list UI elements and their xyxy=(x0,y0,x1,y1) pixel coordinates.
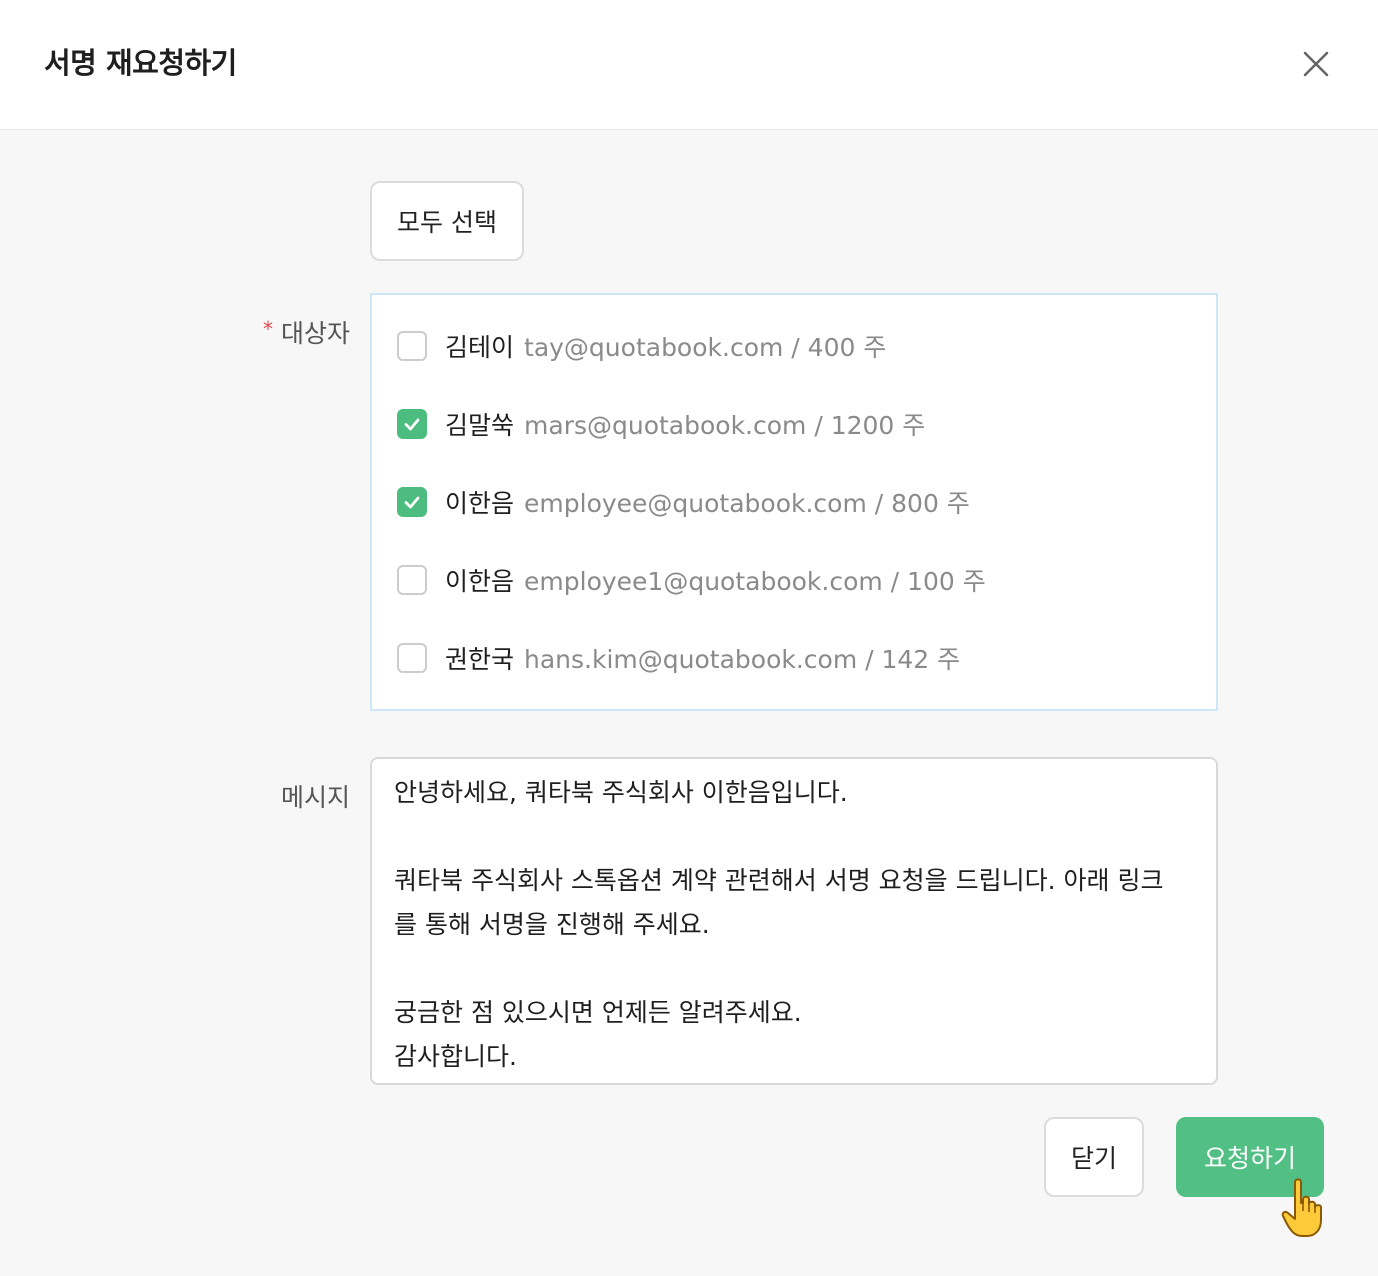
recipient-checkbox[interactable] xyxy=(397,487,427,517)
recipients-list: 김테이 tay@quotabook.com / 400 주 김말쑥 mars@q… xyxy=(370,293,1218,711)
check-icon xyxy=(404,418,420,431)
close-button[interactable]: 닫기 xyxy=(1044,1117,1144,1197)
message-line: 감사합니다. xyxy=(394,1042,517,1071)
recipient-item[interactable]: 김테이 tay@quotabook.com / 400 주 xyxy=(397,328,886,364)
close-icon[interactable] xyxy=(1294,42,1338,86)
recipient-item[interactable]: 이한음 employee1@quotabook.com / 100 주 xyxy=(397,562,986,598)
message-line: 를 통해 서명을 진행해 주세요. xyxy=(394,910,710,939)
recipient-name: 이한음 xyxy=(445,567,515,596)
required-mark: * xyxy=(262,317,273,341)
message-textarea[interactable]: 안녕하세요, 쿼타북 주식회사 이한음입니다. 쿼타북 주식회사 스톡옵션 계약… xyxy=(370,757,1218,1085)
recipient-detail: mars@quotabook.com / 1200 주 xyxy=(524,411,926,440)
message-line: 쿼타북 주식회사 스톡옵션 계약 관련해서 서명 요청을 드립니다. 아래 링크 xyxy=(394,866,1164,895)
recipient-detail: tay@quotabook.com / 400 주 xyxy=(524,333,887,362)
message-line: 궁금한 점 있으시면 언제든 알려주세요. xyxy=(394,998,802,1027)
recipient-item[interactable]: 권한국 hans.kim@quotabook.com / 142 주 xyxy=(397,640,960,676)
recipient-item[interactable]: 이한음 employee@quotabook.com / 800 주 xyxy=(397,484,970,520)
recipient-detail: employee@quotabook.com / 800 주 xyxy=(524,489,970,518)
message-line: 안녕하세요, 쿼타북 주식회사 이한음입니다. xyxy=(394,778,848,807)
modal-header: 서명 재요청하기 xyxy=(0,0,1378,130)
message-label: 메시지 xyxy=(280,783,350,812)
recipient-checkbox[interactable] xyxy=(397,643,427,673)
select-all-button[interactable]: 모두 선택 xyxy=(370,181,524,261)
message-line xyxy=(394,815,1194,859)
check-icon xyxy=(404,496,420,509)
recipient-checkbox[interactable] xyxy=(397,409,427,439)
pointer-hand-icon xyxy=(1278,1176,1330,1240)
message-line xyxy=(394,947,1194,991)
recipient-checkbox[interactable] xyxy=(397,565,427,595)
recipient-name: 김테이 xyxy=(445,333,515,362)
recipient-name: 김말쑥 xyxy=(445,411,515,440)
recipients-label: * 대상자 xyxy=(150,314,350,350)
recipient-detail: hans.kim@quotabook.com / 142 주 xyxy=(524,645,961,674)
recipient-checkbox[interactable] xyxy=(397,331,427,361)
recipient-name: 이한음 xyxy=(445,489,515,518)
recipient-detail: employee1@quotabook.com / 100 주 xyxy=(524,567,986,596)
recipients-label-text: 대상자 xyxy=(280,319,350,348)
recipient-name: 권한국 xyxy=(445,645,515,674)
modal-title: 서명 재요청하기 xyxy=(44,46,237,80)
recipient-item[interactable]: 김말쑥 mars@quotabook.com / 1200 주 xyxy=(397,406,925,442)
